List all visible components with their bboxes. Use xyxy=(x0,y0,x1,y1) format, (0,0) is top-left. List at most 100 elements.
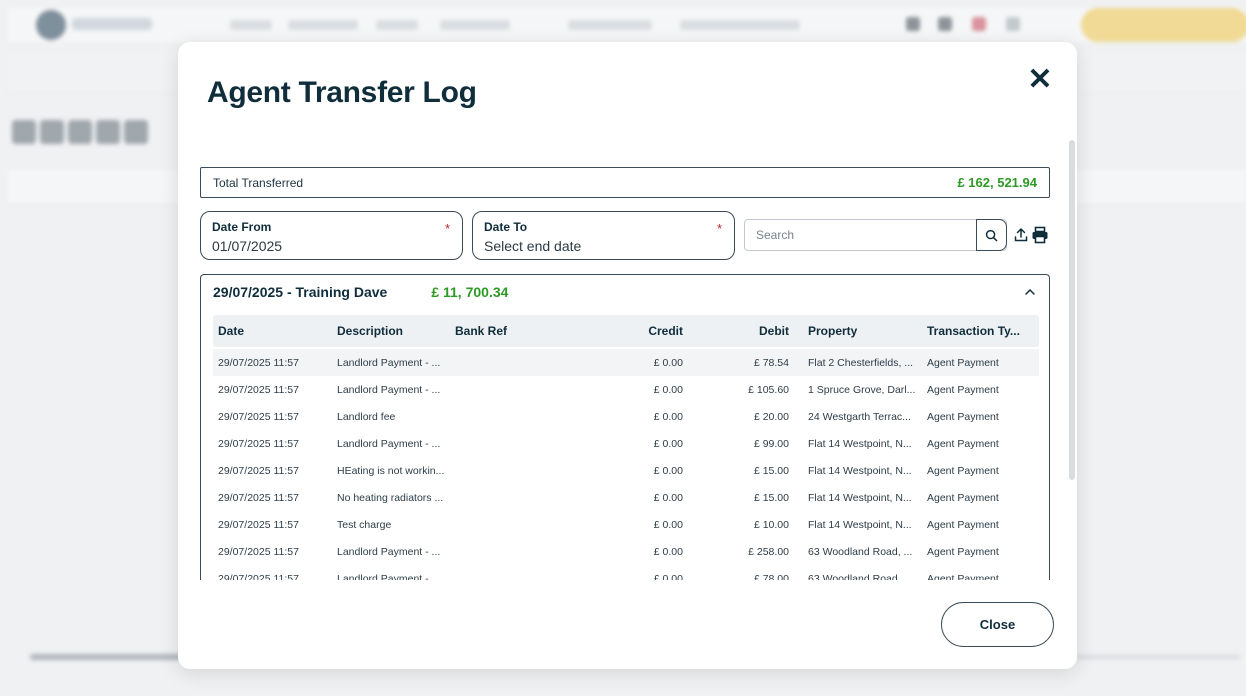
cell-description: HEating is not workin... xyxy=(337,464,445,477)
cell-bank-ref xyxy=(455,430,575,457)
required-mark: * xyxy=(716,221,722,236)
cell-bank-ref xyxy=(455,376,575,403)
search-input[interactable]: Search xyxy=(744,219,1007,251)
export-button[interactable] xyxy=(1012,226,1030,244)
cell-property: 63 Woodland Road, ... xyxy=(808,572,913,581)
cell-bank-ref xyxy=(455,403,575,430)
cell-property: Flat 2 Chesterfields, ... xyxy=(808,356,914,369)
cell-debit: £ 105.60 xyxy=(748,383,789,396)
close-icon[interactable]: ✕ xyxy=(1026,65,1054,95)
table-header: Date Description Bank Ref Credit Debit P… xyxy=(213,315,1039,347)
cell-date: 29/07/2025 11:57 xyxy=(218,464,299,477)
cell-debit: £ 78.00 xyxy=(753,572,789,581)
cell-debit: £ 78.54 xyxy=(753,356,789,369)
chevron-up-icon[interactable] xyxy=(1023,285,1037,299)
date-from-label: Date From xyxy=(212,220,272,234)
cell-property: 1 Spruce Grove, Darl... xyxy=(808,383,916,396)
cell-date: 29/07/2025 11:57 xyxy=(218,383,299,396)
cell-transaction-type: Agent Payment xyxy=(927,383,999,396)
required-mark: * xyxy=(444,221,450,236)
header-date[interactable]: Date xyxy=(218,315,328,347)
cell-credit: £ 0.00 xyxy=(653,410,683,423)
cell-description: Landlord Payment - ... xyxy=(337,356,441,369)
cell-transaction-type: Agent Payment xyxy=(927,464,999,477)
cell-credit: £ 0.00 xyxy=(653,437,683,450)
print-icon xyxy=(1032,226,1048,244)
modal-title: Agent Transfer Log xyxy=(207,76,477,109)
cell-date: 29/07/2025 11:57 xyxy=(218,572,299,581)
cell-credit: £ 0.00 xyxy=(653,464,683,477)
table-row[interactable]: 29/07/2025 11:57 Landlord Payment - ... … xyxy=(213,430,1039,457)
cell-property: Flat 14 Westpoint, N... xyxy=(808,518,912,531)
cell-transaction-type: Agent Payment xyxy=(927,545,999,558)
cell-credit: £ 0.00 xyxy=(653,518,683,531)
table-row[interactable]: 29/07/2025 11:57 Landlord Payment - ... … xyxy=(213,376,1039,403)
cell-property: 63 Woodland Road, ... xyxy=(808,545,913,558)
cell-debit: £ 15.00 xyxy=(753,491,789,504)
cell-description: Test charge xyxy=(337,518,392,531)
close-button[interactable]: Close xyxy=(941,602,1054,647)
cell-debit: £ 10.00 xyxy=(753,518,789,531)
cell-transaction-type: Agent Payment xyxy=(927,356,999,369)
cell-transaction-type: Agent Payment xyxy=(927,572,999,581)
modal-scrollbar[interactable] xyxy=(1069,140,1075,480)
total-transferred-label: Total Transferred xyxy=(213,175,304,190)
cell-date: 29/07/2025 11:57 xyxy=(218,410,299,423)
cell-credit: £ 0.00 xyxy=(653,572,683,581)
cell-debit: £ 258.00 xyxy=(748,545,789,558)
cell-debit: £ 99.00 xyxy=(753,437,789,450)
date-to-placeholder: Select end date xyxy=(484,238,582,254)
table-row[interactable]: 29/07/2025 11:57 HEating is not workin..… xyxy=(213,457,1039,484)
date-from-value: 01/07/2025 xyxy=(212,238,283,254)
cell-credit: £ 0.00 xyxy=(653,545,683,558)
cell-property: Flat 14 Westpoint, N... xyxy=(808,491,912,504)
cell-transaction-type: Agent Payment xyxy=(927,518,999,531)
cell-date: 29/07/2025 11:57 xyxy=(218,545,299,558)
cell-bank-ref xyxy=(455,457,575,484)
cell-bank-ref xyxy=(455,538,575,565)
date-to-field[interactable]: Date To Select end date * xyxy=(472,211,735,260)
cell-bank-ref xyxy=(455,565,575,580)
cell-debit: £ 15.00 xyxy=(753,464,789,477)
cell-date: 29/07/2025 11:57 xyxy=(218,518,299,531)
cell-credit: £ 0.00 xyxy=(653,356,683,369)
transfer-group-panel: 29/07/2025 - Training Dave £ 11, 700.34 … xyxy=(200,274,1050,580)
total-transferred-value: £ 162, 521.94 xyxy=(957,175,1037,190)
transfer-group-header[interactable]: 29/07/2025 - Training Dave £ 11, 700.34 xyxy=(201,275,1049,309)
upload-icon xyxy=(1014,228,1028,242)
date-to-label: Date To xyxy=(484,220,528,234)
search-button[interactable] xyxy=(976,219,1007,251)
cell-property: Flat 14 Westpoint, N... xyxy=(808,464,912,477)
table-row[interactable]: 29/07/2025 11:57 Landlord Payment - ... … xyxy=(213,538,1039,565)
date-from-field[interactable]: Date From 01/07/2025 * xyxy=(200,211,463,260)
header-credit[interactable]: Credit xyxy=(593,315,683,347)
cell-debit: £ 20.00 xyxy=(753,410,789,423)
table-row[interactable]: 29/07/2025 11:57 Landlord Payment - ... … xyxy=(213,349,1039,376)
cell-description: No heating radiators ... xyxy=(337,491,444,504)
cell-credit: £ 0.00 xyxy=(653,383,683,396)
print-button[interactable] xyxy=(1031,226,1049,244)
cell-bank-ref xyxy=(455,349,575,376)
header-property[interactable]: Property xyxy=(808,315,922,347)
table-row[interactable]: 29/07/2025 11:57 Test charge £ 0.00 £ 10… xyxy=(213,511,1039,538)
cell-bank-ref xyxy=(455,511,575,538)
cell-property: Flat 14 Westpoint, N... xyxy=(808,437,912,450)
cell-description: Landlord fee xyxy=(337,410,396,423)
agent-transfer-log-modal: Agent Transfer Log ✕ Total Transferred £… xyxy=(178,42,1077,669)
cell-date: 29/07/2025 11:57 xyxy=(218,356,299,369)
table-row[interactable]: 29/07/2025 11:57 No heating radiators ..… xyxy=(213,484,1039,511)
header-bank-ref[interactable]: Bank Ref xyxy=(455,315,575,347)
cell-description: Landlord Payment - ... xyxy=(337,545,441,558)
header-debit[interactable]: Debit xyxy=(693,315,789,347)
cell-property: 24 Westgarth Terrac... xyxy=(808,410,911,423)
header-description[interactable]: Description xyxy=(337,315,449,347)
search-placeholder: Search xyxy=(756,228,795,242)
header-transaction-type[interactable]: Transaction Ty... xyxy=(927,315,1035,347)
table-row[interactable]: 29/07/2025 11:57 Landlord fee £ 0.00 £ 2… xyxy=(213,403,1039,430)
group-title: 29/07/2025 - Training Dave xyxy=(213,284,388,300)
group-amount: £ 11, 700.34 xyxy=(431,284,509,300)
table-row[interactable]: 29/07/2025 11:57 Landlord Payment - ... … xyxy=(213,565,1039,581)
search-icon xyxy=(985,229,998,241)
cell-description: Landlord Payment - ... xyxy=(337,572,441,581)
cell-description: Landlord Payment - ... xyxy=(337,383,441,396)
